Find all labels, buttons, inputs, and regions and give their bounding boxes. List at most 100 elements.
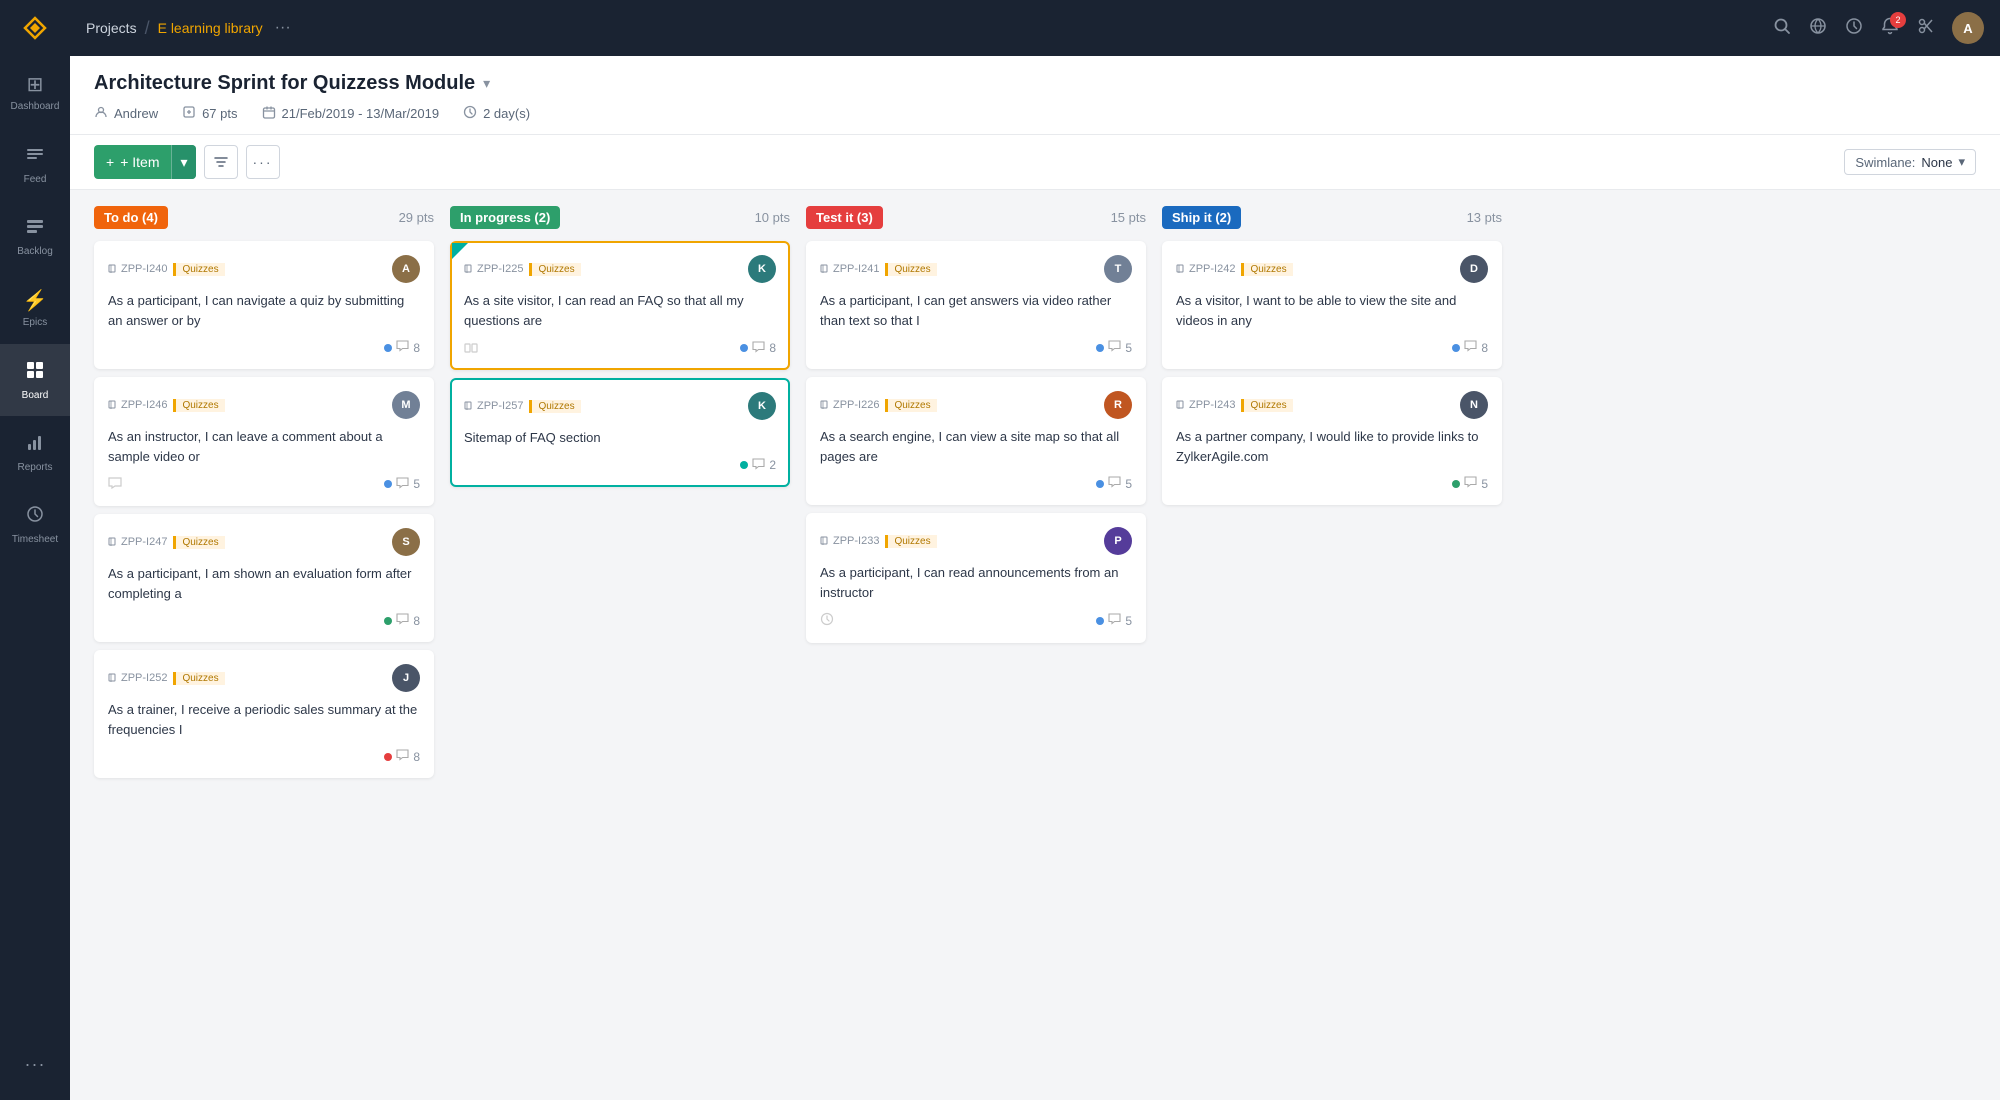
add-item-button[interactable]: + + Item ▾	[94, 145, 196, 179]
comment-count: 8	[413, 341, 420, 355]
topnav-dots[interactable]: ···	[275, 19, 291, 37]
card-avatar: K	[748, 255, 776, 283]
column-header: Ship it (2)13 pts	[1162, 206, 1502, 229]
card-footer: 8	[464, 340, 776, 356]
card-avatar: S	[392, 528, 420, 556]
card-text: As a site visitor, I can read an FAQ so …	[464, 291, 776, 330]
card-comments: 8	[384, 340, 420, 355]
card-flag-icon	[820, 536, 830, 546]
globe-icon[interactable]	[1808, 16, 1828, 41]
card-footer-icon	[108, 476, 122, 492]
task-card[interactable]: ZPP-I226Quizzes R As a search engine, I ca…	[806, 377, 1146, 505]
topnav: Projects / E learning library ··· 2 A	[70, 0, 2000, 56]
card-flag-icon	[1176, 400, 1186, 410]
task-card[interactable]: ZPP-I252QuizzesJAs a trainer, I receive …	[94, 650, 434, 778]
task-card[interactable]: ZPP-I242QuizzesD As a visitor, I want to …	[1162, 241, 1502, 369]
sidebar-item-board[interactable]: Board	[0, 344, 70, 416]
sprint-pts-value: 67 pts	[202, 106, 237, 121]
card-avatar: R	[1104, 391, 1132, 419]
card-dot	[384, 617, 392, 625]
card-flag-icon	[108, 537, 118, 547]
comment-count: 8	[413, 750, 420, 764]
calendar-icon	[262, 105, 276, 122]
sprint-dates: 21/Feb/2019 - 13/Mar/2019	[262, 105, 440, 122]
card-text: As a search engine, I can view a site ma…	[820, 427, 1132, 466]
card-footer: 5	[820, 612, 1132, 629]
task-card[interactable]: ZPP-I247QuizzesSAs a participant, I am s…	[94, 514, 434, 642]
task-card[interactable]: ZPP-I246QuizzesMAs an instructor, I can …	[94, 377, 434, 506]
sidebar-label-timesheet: Timesheet	[12, 534, 58, 545]
card-id-area: ZPP-I226Quizzes	[820, 399, 937, 412]
sidebar-label-dashboard: Dashboard	[11, 101, 60, 112]
task-card[interactable]: ZPP-I257QuizzesKSitemap of FAQ section2	[450, 378, 790, 487]
sprint-toolbar: + + Item ▾ ··· Swimlane: None ▾	[70, 135, 2000, 190]
comment-icon	[396, 613, 409, 628]
card-text: As a visitor, I want to be able to view …	[1176, 291, 1488, 330]
task-card[interactable]: ZPP-I240QuizzesAAs a participant, I can …	[94, 241, 434, 369]
card-footer: 8	[108, 613, 420, 628]
card-comments: 8	[384, 749, 420, 764]
card-id: ZPP-I246	[108, 399, 167, 411]
sidebar-item-epics[interactable]: ⚡ Epics	[0, 272, 70, 344]
card-text: As an instructor, I can leave a comment …	[108, 427, 420, 466]
column-pts: 29 pts	[399, 210, 434, 225]
card-comments: 5	[1096, 476, 1132, 491]
sidebar-item-backlog[interactable]: Backlog	[0, 200, 70, 272]
sidebar-item-feed[interactable]: Feed	[0, 128, 70, 200]
card-flag-icon	[1176, 264, 1186, 274]
plus-icon: +	[106, 154, 114, 170]
backlog-icon	[25, 216, 45, 242]
card-header: ZPP-I242QuizzesD	[1176, 255, 1488, 283]
card-header: ZPP-I257QuizzesK	[464, 392, 776, 420]
reports-icon	[25, 432, 45, 458]
card-id: ZPP-I226	[820, 399, 879, 411]
card-flag-icon	[820, 264, 830, 274]
card-text: Sitemap of FAQ section	[464, 428, 776, 448]
column-ship-it: Ship it (2)13 pts ZPP-I242QuizzesD As a v…	[1162, 206, 1502, 1084]
sprint-title-dropdown-icon[interactable]: ▾	[483, 75, 490, 92]
scissors-icon[interactable]	[1916, 16, 1936, 41]
column-test-it: Test it (3)15 pts ZPP-I241QuizzesTAs a p…	[806, 206, 1146, 1084]
notifications-bell[interactable]: 2	[1880, 16, 1900, 41]
sidebar-item-timesheet[interactable]: Timesheet	[0, 488, 70, 560]
task-card[interactable]: ZPP-I233QuizzesPAs a participant, I can …	[806, 513, 1146, 643]
topnav-projects-link[interactable]: Projects	[86, 20, 137, 36]
card-id: ZPP-I242	[1176, 263, 1235, 275]
task-card[interactable]: ZPP-I243QuizzesNAs a partner company, I …	[1162, 377, 1502, 505]
sprint-dates-value: 21/Feb/2019 - 13/Mar/2019	[282, 106, 440, 121]
card-dot	[1452, 344, 1460, 352]
add-item-label: + + Item	[94, 154, 171, 170]
app-logo[interactable]	[0, 0, 70, 56]
card-comments: 5	[1096, 613, 1132, 628]
sidebar-item-reports[interactable]: Reports	[0, 416, 70, 488]
card-id-area: ZPP-I246Quizzes	[108, 399, 225, 412]
card-header: ZPP-I233QuizzesP	[820, 527, 1132, 555]
card-tag: Quizzes	[529, 400, 580, 413]
column-pts: 15 pts	[1111, 210, 1146, 225]
user-avatar[interactable]: A	[1952, 12, 1984, 44]
comment-icon	[1108, 340, 1121, 355]
card-footer: 8	[108, 749, 420, 764]
add-item-dropdown[interactable]: ▾	[171, 145, 195, 179]
comment-icon	[1108, 476, 1121, 491]
comment-count: 5	[1481, 477, 1488, 491]
swimlane-selector[interactable]: Swimlane: None ▾	[1844, 149, 1976, 175]
comment-count: 8	[413, 614, 420, 628]
card-text: As a partner company, I would like to pr…	[1176, 427, 1488, 466]
notification-badge: 2	[1890, 12, 1906, 28]
card-avatar: K	[748, 392, 776, 420]
sidebar-item-dashboard[interactable]: ⊞ Dashboard	[0, 56, 70, 128]
topnav-current-project[interactable]: E learning library	[158, 20, 263, 36]
comment-icon	[1464, 476, 1477, 491]
sidebar-item-more[interactable]: ···	[0, 1028, 70, 1100]
card-avatar: P	[1104, 527, 1132, 555]
task-card[interactable]: ZPP-I241QuizzesTAs a participant, I can …	[806, 241, 1146, 369]
clock-icon[interactable]	[1844, 16, 1864, 41]
column-header: To do (4)29 pts	[94, 206, 434, 229]
card-id: ZPP-I247	[108, 536, 167, 548]
filter-button[interactable]	[204, 145, 238, 179]
task-card[interactable]: ZPP-I225QuizzesKAs a site visitor, I can…	[450, 241, 790, 370]
more-button[interactable]: ···	[246, 145, 280, 179]
card-id-area: ZPP-I243Quizzes	[1176, 399, 1293, 412]
search-icon[interactable]	[1772, 16, 1792, 41]
